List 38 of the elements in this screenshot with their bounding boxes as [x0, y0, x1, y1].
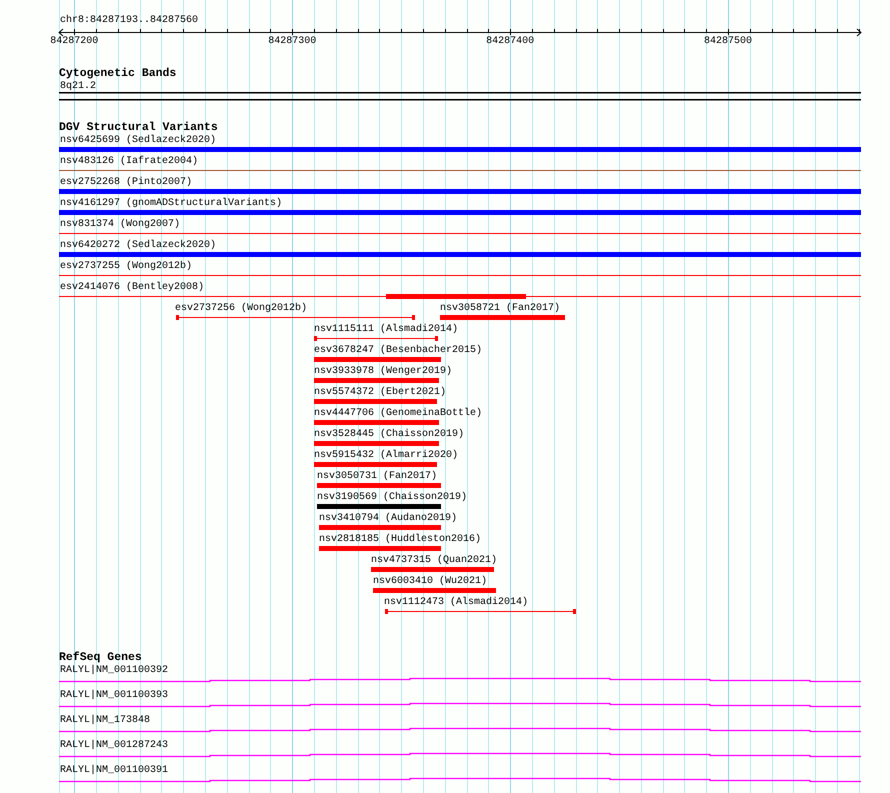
variant-label: nsv483126 (Iafrate2004)	[60, 156, 198, 167]
variant-label: nsv6425699 (Sedlazeck2020)	[60, 135, 216, 146]
gene-label: RALYL|NM_001100393	[60, 690, 168, 701]
band-label: 8q21.2	[60, 81, 96, 92]
gene-label: RALYL|NM_001100391	[60, 765, 168, 776]
variant-label: nsv4737315 (Quan2021)	[371, 555, 498, 566]
variant-label: nsv5915432 (Almarri2020)	[314, 450, 458, 461]
variant-label: nsv5574372 (Ebert2021)	[314, 387, 446, 398]
variant-label: nsv2818185 (Huddleston2016)	[319, 534, 482, 545]
ruler-position-label: 84287500	[704, 36, 752, 47]
variant-label: nsv3190569 (Chaisson2019)	[317, 492, 468, 503]
variant-label: nsv831374 (Wong2007)	[60, 219, 180, 230]
variant-label: esv2414076 (Bentley2008)	[60, 282, 204, 293]
variant-label: nsv4447706 (GenomeinaBottle)	[314, 408, 482, 419]
variant-label: nsv3410794 (Audano2019)	[319, 513, 458, 524]
gene-label: RALYL|NM_173848	[60, 715, 150, 726]
variant-label: nsv3933978 (Wenger2019)	[314, 366, 452, 377]
ruler-position-label: 84287400	[486, 36, 534, 47]
variant-label: esv2737255 (Wong2012b)	[60, 261, 192, 272]
variant-label: esv2737256 (Wong2012b)	[175, 303, 308, 314]
variant-label: nsv6003410 (Wu2021)	[373, 576, 488, 587]
variant-label: nsv6420272 (Sedlazeck2020)	[60, 240, 216, 251]
variant-label: nsv4161297 (gnomADStructuralVariants)	[60, 198, 282, 209]
track-title: DGV Structural Variants	[59, 122, 218, 133]
ruler-position-label: 84287200	[50, 36, 98, 47]
gene-label: RALYL|NM_001100392	[60, 665, 168, 676]
gene-label: RALYL|NM_001287243	[60, 740, 168, 751]
variant-label: esv2752268 (Pinto2007)	[60, 177, 192, 188]
variant-label: nsv3050731 (Fan2017)	[317, 471, 438, 482]
track-title: Cytogenetic Bands	[59, 68, 176, 79]
variant-label: nsv3058721 (Fan2017)	[440, 303, 560, 314]
variant-label: esv3678247 (Besenbacher2015)	[314, 345, 482, 356]
variant-label: nsv3528445 (Chaisson2019)	[314, 429, 464, 440]
ruler-position-label: 84287300	[268, 36, 316, 47]
ruler-range-label: chr8:84287193..84287560	[60, 15, 198, 26]
variant-label: nsv1115111 (Alsmadi2014)	[314, 324, 458, 335]
variant-label: nsv1112473 (Alsmadi2014)	[384, 597, 528, 608]
track-title: RefSeq Genes	[59, 652, 142, 663]
